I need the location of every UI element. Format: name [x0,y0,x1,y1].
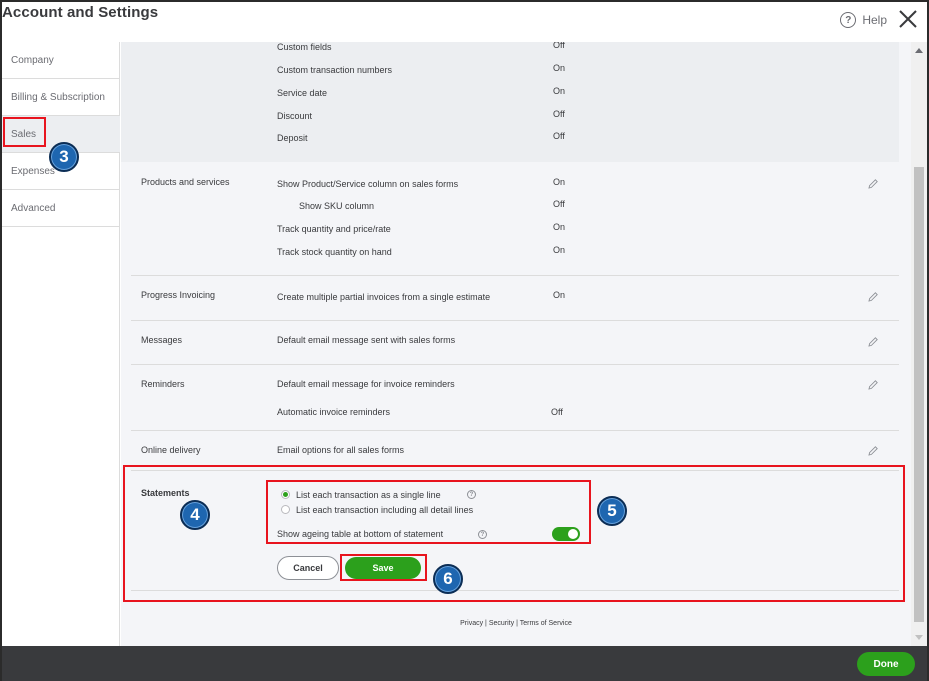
security-link[interactable]: Security [489,620,514,627]
step-badge-3: 3 [49,142,79,172]
row-label-custom-fields: Custom fields [277,42,332,52]
page-title: Account and Settings [2,4,159,21]
row-label-show-product-column: Show Product/Service column on sales for… [277,179,459,189]
sidebar-item-billing[interactable]: Billing & Subscription [2,79,120,116]
section-title-products-services: Products and services [141,177,230,187]
bottom-bar: Done [2,646,927,681]
row-label-service-date: Service date [277,88,328,98]
step-badge-5: 5 [597,496,627,526]
row-value-custom-fields: Off [553,42,565,50]
scrollbar[interactable] [911,42,927,646]
edit-pencil-icon[interactable] [867,178,879,190]
help-button[interactable]: ? Help [840,12,887,28]
section-title-progress-invoicing: Progress Invoicing [141,290,216,300]
scroll-up-arrow-icon[interactable] [915,48,923,53]
row-label-custom-transaction-numbers: Custom transaction numbers [277,65,393,75]
row-value-service-date: On [553,86,566,96]
footer-links: Privacy | Security | Terms of Service [121,620,911,627]
section-title-online-delivery: Online delivery [141,445,201,455]
row-value-custom-transaction-numbers: On [553,63,566,73]
row-label-deposit: Deposit [277,133,308,143]
row-value-progress-invoicing: On [553,290,566,300]
row-value-track-quantity: On [553,222,566,232]
footer-separator: | [516,620,518,627]
section-divider [131,320,899,321]
highlight-box-save [340,554,427,581]
edit-pencil-icon[interactable] [867,336,879,348]
row-value-show-sku: Off [553,199,565,209]
highlight-box-statement-options [266,480,591,544]
help-icon: ? [840,12,857,28]
section-divider [131,275,899,276]
row-label-automatic-reminders: Automatic invoice reminders [277,407,391,417]
row-label-online-delivery: Email options for all sales forms [277,445,405,455]
section-title-reminders: Reminders [141,379,185,389]
done-button[interactable]: Done [857,652,915,676]
scroll-down-arrow-icon[interactable] [915,635,923,640]
row-value-deposit: Off [553,131,565,141]
sidebar-item-label: Company [11,54,54,66]
footer-separator: | [485,620,487,627]
row-value-discount: Off [553,109,565,119]
sales-form-content-section [121,42,899,162]
sidebar-item-company[interactable]: Company [2,42,120,79]
row-label-reminders: Default email message for invoice remind… [277,379,455,389]
edit-pencil-icon[interactable] [867,379,879,391]
row-label-progress-invoicing: Create multiple partial invoices from a … [277,292,491,302]
row-label-track-quantity: Track quantity and price/rate [277,224,391,234]
section-divider [131,430,899,431]
sidebar-item-label: Billing & Subscription [11,91,105,103]
row-label-track-stock: Track stock quantity on hand [277,247,392,257]
close-icon[interactable] [897,8,919,30]
scroll-thumb[interactable] [914,167,924,622]
step-badge-6: 6 [433,564,463,594]
privacy-link[interactable]: Privacy [460,620,483,627]
step-badge-4: 4 [180,500,210,530]
help-label: Help [862,13,887,27]
row-label-show-sku: Show SKU column [299,201,375,211]
sidebar-item-advanced[interactable]: Advanced [2,190,120,227]
sidebar-item-label: Expenses [11,165,55,177]
highlight-box-sales [3,117,46,147]
row-value-track-stock: On [553,245,566,255]
terms-link[interactable]: Terms of Service [520,620,572,627]
row-value-automatic-reminders: Off [551,407,563,417]
sidebar-item-label: Advanced [11,202,56,214]
row-label-messages: Default email message sent with sales fo… [277,335,456,345]
section-title-messages: Messages [141,335,183,345]
edit-pencil-icon[interactable] [867,445,879,457]
section-divider [131,364,899,365]
row-label-discount: Discount [277,111,313,121]
row-value-show-product-column: On [553,177,566,187]
header: Account and Settings ? Help [2,2,927,42]
edit-pencil-icon[interactable] [867,291,879,303]
